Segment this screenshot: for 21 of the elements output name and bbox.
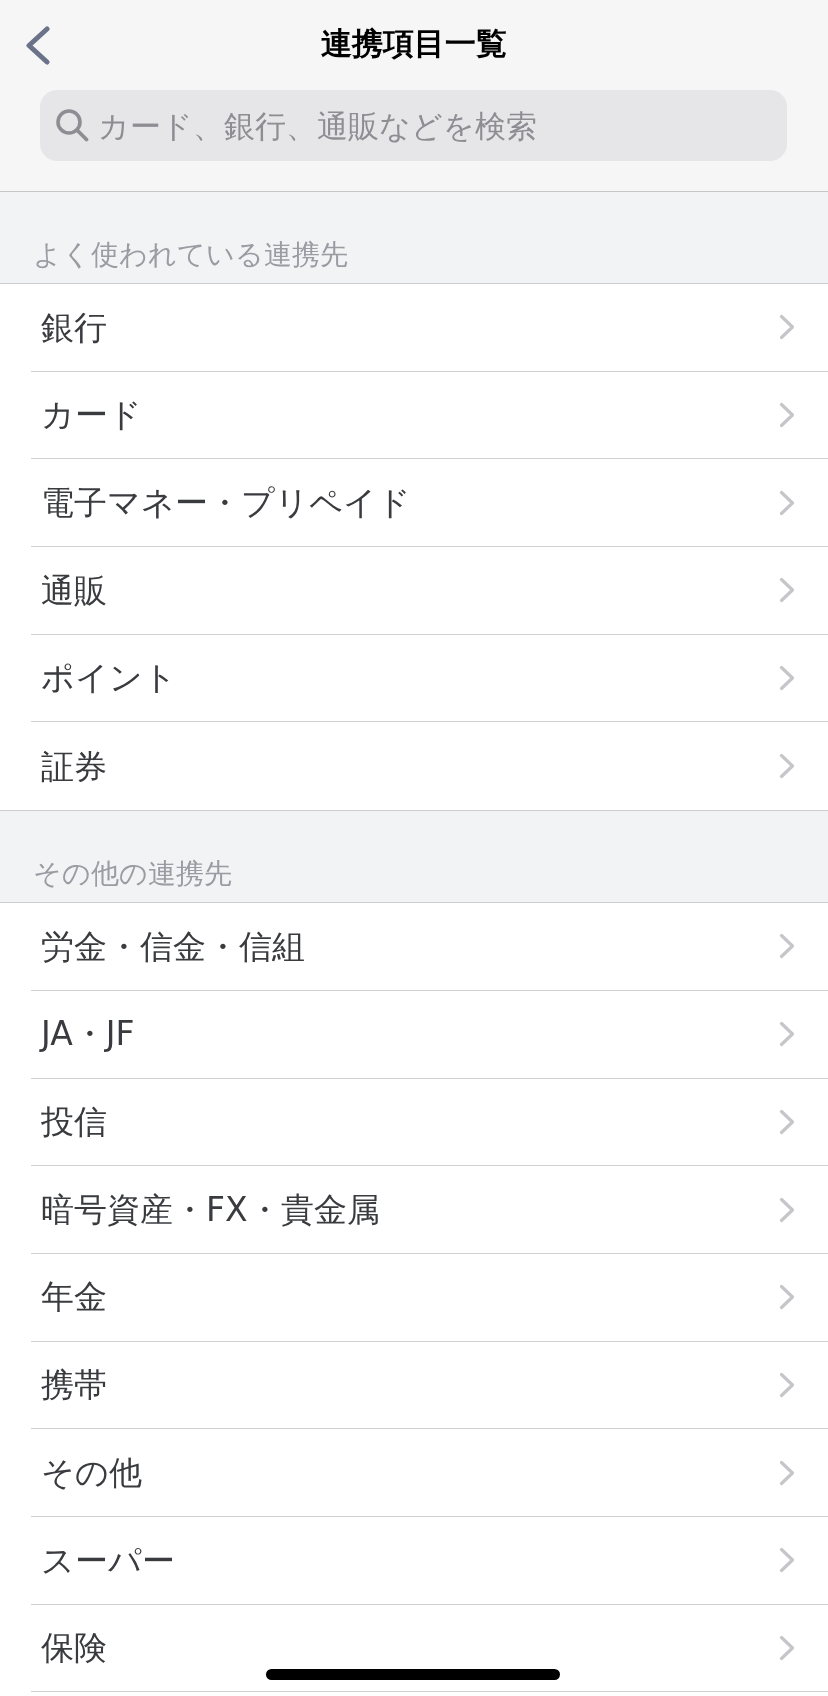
chevron-right-icon — [779, 1196, 795, 1223]
section-title: その他の連携先 — [33, 857, 232, 891]
chevron-right-icon — [779, 314, 795, 341]
chevron-right-icon — [779, 577, 795, 604]
chevron-right-icon — [779, 1547, 795, 1574]
chevron-right-icon — [779, 402, 795, 429]
chevron-right-icon — [779, 1459, 795, 1486]
search-field[interactable]: カード、銀行、通販などを検索 — [40, 90, 787, 161]
chevron-right-icon — [779, 933, 795, 960]
chevron-right-icon — [779, 489, 795, 516]
chevron-right-icon — [779, 1284, 795, 1311]
chevron-right-icon — [779, 753, 795, 780]
search-icon — [55, 108, 89, 142]
chevron-right-icon — [779, 1634, 795, 1661]
chevron-right-icon — [779, 1371, 795, 1398]
chevron-right-icon — [779, 1021, 795, 1048]
page-title: 連携項目一覧 — [321, 28, 507, 59]
back-chevron-icon — [24, 25, 50, 65]
chevron-right-icon — [779, 665, 795, 692]
chevron-right-icon — [779, 1108, 795, 1135]
section-title: よく使われている連携先 — [33, 238, 348, 271]
